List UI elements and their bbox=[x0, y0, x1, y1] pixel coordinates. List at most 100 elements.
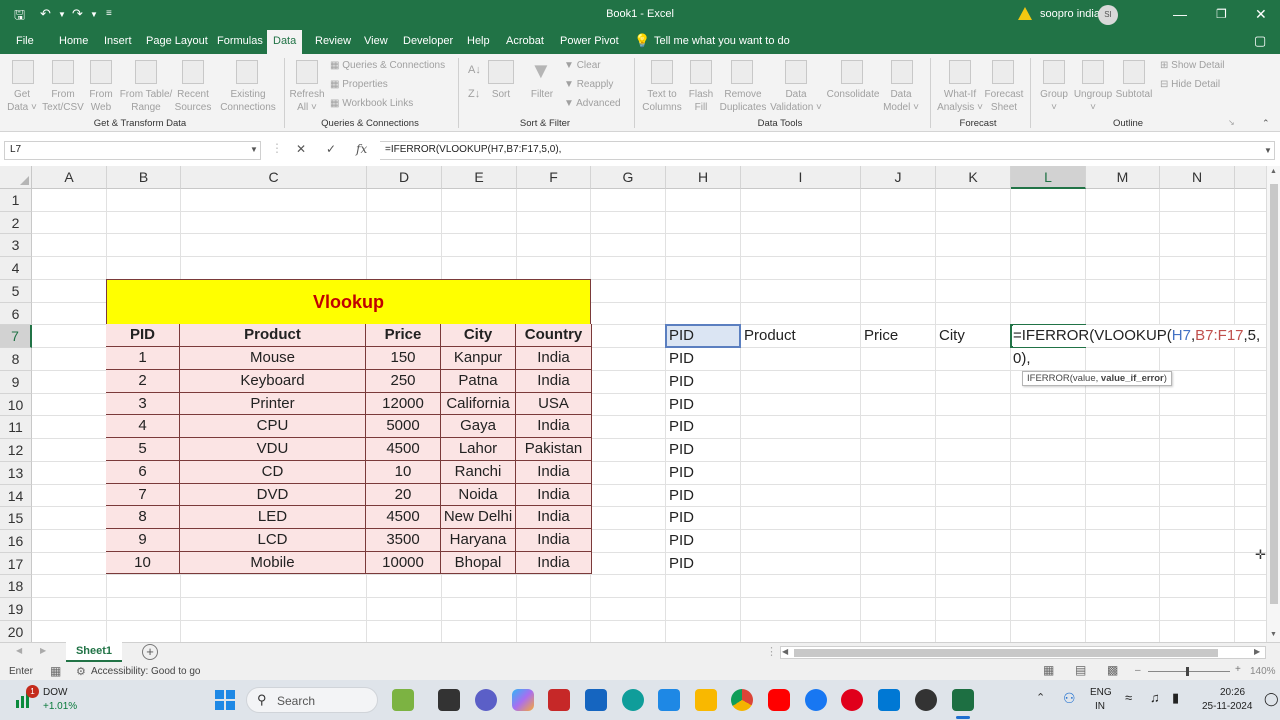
table-header-pid[interactable]: PID bbox=[106, 324, 180, 347]
spreadsheet-grid[interactable]: A B C D E F G H I J K L M N 1 2 3 4 5 6 … bbox=[0, 166, 1266, 642]
col-header-i[interactable]: I bbox=[741, 166, 861, 189]
table-cell-price[interactable]: 10 bbox=[366, 461, 441, 484]
table-cell-price[interactable]: 150 bbox=[366, 347, 441, 370]
accessibility-status[interactable]: Accessibility: Good to go bbox=[91, 666, 201, 677]
col-header-f[interactable]: F bbox=[517, 166, 591, 189]
table-cell-price[interactable]: 4500 bbox=[366, 438, 441, 461]
col-header-d[interactable]: D bbox=[367, 166, 442, 189]
row-header-4[interactable]: 4 bbox=[0, 257, 32, 280]
tab-power-pivot[interactable]: Power Pivot bbox=[560, 35, 619, 47]
get-data-button[interactable]: Get Data ˅ bbox=[2, 88, 42, 114]
row-header-17[interactable]: 17 bbox=[0, 553, 32, 575]
widgets-icon[interactable] bbox=[392, 689, 414, 711]
from-text-csv-button[interactable]: From Text/CSV bbox=[40, 88, 86, 114]
notification-bell-icon[interactable]: ◯ bbox=[1264, 691, 1279, 707]
row-header-20[interactable]: 20 bbox=[0, 621, 32, 642]
col-header-e[interactable]: E bbox=[442, 166, 517, 189]
row-header-10[interactable]: 10 bbox=[0, 394, 32, 416]
insert-function-icon[interactable]: fx bbox=[356, 142, 367, 156]
mail-icon[interactable] bbox=[658, 689, 680, 711]
language-primary[interactable]: ENG bbox=[1090, 687, 1112, 698]
table-cell-country[interactable]: Pakistan bbox=[516, 438, 592, 461]
page-break-view-icon[interactable]: ▩ bbox=[1107, 663, 1118, 677]
table-cell-country[interactable]: India bbox=[516, 347, 592, 370]
col-header-g[interactable]: G bbox=[591, 166, 666, 189]
table-cell-pid[interactable]: 8 bbox=[106, 506, 180, 529]
from-web-button[interactable]: From Web bbox=[82, 88, 120, 114]
scroll-left-icon[interactable]: ◀ bbox=[782, 647, 788, 656]
zoom-slider[interactable] bbox=[1148, 671, 1230, 672]
properties-button[interactable]: ▦ Properties bbox=[330, 79, 388, 90]
col-header-n[interactable]: N bbox=[1160, 166, 1235, 189]
opera-icon[interactable] bbox=[841, 689, 863, 711]
table-cell-product[interactable]: Printer bbox=[180, 393, 366, 415]
zoom-slider-thumb[interactable] bbox=[1186, 667, 1189, 676]
col-header-c[interactable]: C bbox=[181, 166, 367, 189]
cell-edit-line1[interactable]: =IFERROR(VLOOKUP(H7,B7:F17,5, bbox=[1013, 325, 1261, 347]
table-cell-country[interactable]: India bbox=[516, 529, 592, 552]
tab-insert[interactable]: Insert bbox=[104, 35, 132, 47]
scroll-down-icon[interactable]: ▼ bbox=[1270, 631, 1277, 638]
lookup-pid-cell[interactable]: PID bbox=[669, 371, 694, 393]
row-header-13[interactable]: 13 bbox=[0, 462, 32, 485]
table-cell-country[interactable]: India bbox=[516, 370, 592, 393]
row-header-3[interactable]: 3 bbox=[0, 234, 32, 257]
page-layout-view-icon[interactable]: ▤ bbox=[1075, 663, 1086, 677]
cancel-icon[interactable]: ✕ bbox=[296, 142, 306, 156]
youtube-icon[interactable] bbox=[768, 689, 790, 711]
row-header-11[interactable]: 11 bbox=[0, 416, 32, 439]
obs-icon[interactable] bbox=[915, 689, 937, 711]
dialog-launcher-icon[interactable]: ↘ bbox=[1228, 118, 1235, 127]
tab-data[interactable]: Data bbox=[267, 30, 303, 54]
tab-formulas[interactable]: Formulas bbox=[217, 35, 263, 47]
next-sheet-icon[interactable]: ▶ bbox=[40, 646, 46, 655]
chrome-icon[interactable] bbox=[731, 689, 753, 711]
table-cell-city[interactable]: Haryana bbox=[441, 529, 516, 552]
table-cell-pid[interactable]: 7 bbox=[106, 484, 180, 506]
formula-input[interactable]: =IFERROR(VLOOKUP(H7,B7:F17,5,0), bbox=[380, 141, 1275, 160]
table-header-city[interactable]: City bbox=[441, 324, 516, 347]
table-cell-country[interactable]: India bbox=[516, 552, 592, 574]
tab-acrobat[interactable]: Acrobat bbox=[506, 35, 544, 47]
hide-detail-button[interactable]: ⊟ Hide Detail bbox=[1160, 79, 1220, 90]
col-header-b[interactable]: B bbox=[107, 166, 181, 189]
col-header-j[interactable]: J bbox=[861, 166, 936, 189]
flash-fill-button[interactable]: Flash Fill bbox=[684, 88, 718, 114]
comments-icon[interactable]: ▢ bbox=[1254, 33, 1266, 49]
zoom-level[interactable]: 140% bbox=[1250, 666, 1276, 677]
table-cell-product[interactable]: VDU bbox=[180, 438, 366, 461]
workbook-links-button[interactable]: ▦ Workbook Links bbox=[330, 98, 413, 109]
show-detail-button[interactable]: ⊞ Show Detail bbox=[1160, 60, 1225, 71]
cell-edit-line2[interactable]: 0), bbox=[1013, 348, 1031, 370]
table-cell-price[interactable]: 4500 bbox=[366, 506, 441, 529]
tab-review[interactable]: Review bbox=[315, 35, 351, 47]
table-cell-pid[interactable]: 6 bbox=[106, 461, 180, 484]
name-box[interactable]: L7 bbox=[4, 141, 261, 160]
advanced-button[interactable]: ▼ Advanced bbox=[564, 98, 621, 109]
enter-icon[interactable]: ✓ bbox=[326, 142, 336, 156]
tab-home[interactable]: Home bbox=[59, 35, 88, 47]
row-header-1[interactable]: 1 bbox=[0, 189, 32, 212]
col-header-h[interactable]: H bbox=[666, 166, 741, 189]
row-header-12[interactable]: 12 bbox=[0, 439, 32, 462]
macro-record-icon[interactable]: ▦ bbox=[50, 664, 61, 678]
tab-split-handle-icon[interactable]: ⋮ bbox=[766, 645, 777, 658]
table-cell-price[interactable]: 3500 bbox=[366, 529, 441, 552]
table-cell-product[interactable]: DVD bbox=[180, 484, 366, 506]
table-cell-pid[interactable]: 5 bbox=[106, 438, 180, 461]
row-header-15[interactable]: 15 bbox=[0, 507, 32, 530]
lookup-pid-cell[interactable]: PID bbox=[669, 507, 694, 529]
lookup-pid-cell[interactable]: PID bbox=[669, 485, 694, 507]
row-header-18[interactable]: 18 bbox=[0, 575, 32, 598]
table-cell-city[interactable]: Noida bbox=[441, 484, 516, 506]
collapse-ribbon-icon[interactable]: ⌃ bbox=[1262, 118, 1270, 129]
minimize-icon[interactable]: — bbox=[1173, 6, 1187, 22]
table-cell-price[interactable]: 5000 bbox=[366, 415, 441, 438]
table-cell-pid[interactable]: 9 bbox=[106, 529, 180, 552]
table-cell-pid[interactable]: 10 bbox=[106, 552, 180, 574]
sort-ascending-icon[interactable]: A↓ bbox=[468, 64, 481, 76]
table-header-price[interactable]: Price bbox=[366, 324, 441, 347]
table-cell-city[interactable]: Kanpur bbox=[441, 347, 516, 370]
table-cell-pid[interactable]: 3 bbox=[106, 393, 180, 415]
data-validation-button[interactable]: Data Validation ˅ bbox=[768, 88, 824, 114]
